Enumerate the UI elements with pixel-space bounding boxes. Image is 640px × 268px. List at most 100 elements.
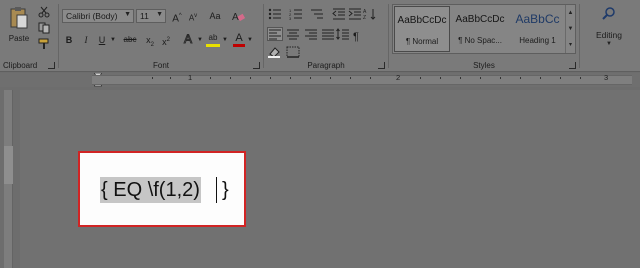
field-code-text[interactable]: { EQ \f(1,2) — [100, 177, 201, 203]
highlight-color-swatch — [206, 44, 220, 47]
italic-button[interactable]: I — [80, 33, 92, 47]
chevron-down-icon[interactable]: ▼ — [222, 33, 228, 47]
ruler-tick — [480, 77, 481, 79]
ruler-tick — [152, 77, 153, 79]
underline-dropdown-icon[interactable]: ▼ — [110, 33, 116, 47]
horizontal-ruler: 1 2 3 — [0, 73, 640, 87]
field-code-highlight-box: { EQ \f(1,2) } — [78, 151, 246, 227]
ruler-number: 3 — [604, 73, 609, 82]
paragraph-group: 123 AZ ¶ Paragraph — [264, 0, 388, 72]
text-effects-button[interactable]: A — [181, 32, 195, 47]
svg-text:3: 3 — [289, 16, 292, 20]
ruler-tick — [350, 77, 351, 79]
ribbon: Paste Clipboard Calibri (Body) ▼ 11 ▼ A^… — [0, 0, 640, 72]
paste-icon — [10, 7, 28, 29]
numbering-icon[interactable]: 123 — [289, 8, 303, 20]
ruler-tick — [270, 77, 271, 79]
sort-icon[interactable]: AZ — [363, 8, 377, 20]
ruler-tick — [230, 77, 231, 79]
format-painter-icon[interactable] — [38, 38, 50, 50]
highlight-button[interactable]: ab — [205, 31, 221, 47]
paragraph-group-label: Paragraph — [307, 61, 345, 70]
shading-icon[interactable] — [268, 46, 282, 58]
font-color-swatch — [233, 44, 245, 47]
subscript-button[interactable]: x2 — [143, 33, 157, 48]
field-code-close-brace[interactable]: } — [222, 177, 229, 203]
font-dialog-launcher[interactable] — [253, 62, 260, 69]
ruler-tick — [520, 77, 521, 79]
cut-icon[interactable] — [38, 6, 50, 18]
vertical-ruler — [4, 90, 13, 268]
increase-indent-icon[interactable] — [348, 8, 362, 20]
text-cursor — [216, 177, 217, 203]
grow-font-button[interactable]: A^ — [170, 9, 184, 25]
chevron-down-icon: ▼ — [124, 11, 131, 18]
ruler-tick — [460, 77, 461, 79]
vertical-ruler-margin — [4, 146, 13, 184]
align-center-icon[interactable] — [286, 28, 300, 40]
ruler-number: 2 — [396, 73, 401, 82]
editing-button[interactable]: Editing ▼ — [583, 4, 635, 52]
styles-group-label: Styles — [473, 61, 495, 70]
bold-button[interactable]: B — [63, 33, 75, 47]
highlight-label: ab — [208, 33, 218, 42]
styles-dialog-launcher[interactable] — [569, 62, 576, 69]
font-group-label: Font — [152, 61, 169, 70]
bold-label: B — [65, 35, 73, 45]
shrink-font-button[interactable]: Av — [186, 9, 200, 23]
ruler-tick — [580, 77, 581, 79]
clear-formatting-icon[interactable]: A — [231, 10, 245, 22]
strikethrough-button[interactable]: abc — [121, 33, 139, 47]
search-icon — [602, 7, 615, 20]
ruler-tick — [290, 77, 291, 79]
show-formatting-marks-button[interactable]: ¶ — [350, 30, 362, 44]
ruler-track — [92, 75, 632, 85]
font-size-value: 11 — [140, 11, 149, 21]
justify-icon[interactable] — [321, 28, 335, 40]
align-right-icon[interactable] — [304, 28, 318, 40]
svg-text:Z: Z — [363, 15, 366, 20]
ruler-number: 1 — [188, 73, 193, 82]
font-name-combo[interactable]: Calibri (Body) ▼ — [62, 9, 134, 23]
editing-label: Editing — [596, 30, 622, 40]
font-size-combo[interactable]: 11 ▼ — [136, 9, 166, 23]
clipboard-group: Paste Clipboard — [0, 0, 58, 72]
paragraph-dialog-launcher[interactable] — [378, 62, 385, 69]
superscript-button[interactable]: x2 — [159, 33, 173, 47]
copy-icon[interactable] — [38, 22, 50, 34]
chevron-down-icon[interactable]: ▼ — [197, 33, 203, 47]
line-spacing-icon[interactable] — [336, 28, 350, 40]
strikethrough-label: abc — [123, 35, 137, 44]
ruler-tick — [370, 77, 371, 79]
ruler-tick — [440, 77, 441, 79]
ruler-tick — [500, 77, 501, 79]
borders-icon[interactable] — [286, 46, 300, 58]
chevron-down-icon: ▼ — [606, 41, 612, 47]
font-color-label: A — [235, 32, 243, 44]
grow-font-label: A — [172, 13, 179, 25]
decrease-indent-icon[interactable] — [332, 8, 346, 20]
chevron-down-icon[interactable]: ▼ — [247, 33, 253, 47]
styles-group: Styles — [389, 0, 579, 72]
align-left-icon[interactable] — [267, 27, 283, 41]
underline-label: U — [98, 35, 106, 45]
ruler-tick — [420, 77, 421, 79]
ruler-tick — [540, 77, 541, 79]
font-group: Calibri (Body) ▼ 11 ▼ A^ Av Aa A B I U ▼… — [59, 0, 263, 72]
underline-button[interactable]: U — [96, 33, 108, 47]
clipboard-dialog-launcher[interactable] — [48, 62, 55, 69]
multilevel-list-icon[interactable] — [310, 8, 324, 20]
ruler-tick — [250, 77, 251, 79]
font-name-value: Calibri (Body) — [66, 11, 118, 21]
ruler-tick — [310, 77, 311, 79]
pilcrow-icon: ¶ — [353, 31, 359, 43]
bullets-icon[interactable] — [268, 8, 282, 20]
paste-button[interactable]: Paste — [4, 4, 34, 48]
separator — [579, 4, 580, 68]
font-color-button[interactable]: A — [232, 31, 246, 47]
change-case-button[interactable]: Aa — [206, 9, 224, 23]
change-case-label: Aa — [209, 11, 221, 21]
ruler-tick — [210, 77, 211, 79]
ruler-tick — [170, 77, 171, 79]
text-effects-label: A — [183, 32, 192, 47]
